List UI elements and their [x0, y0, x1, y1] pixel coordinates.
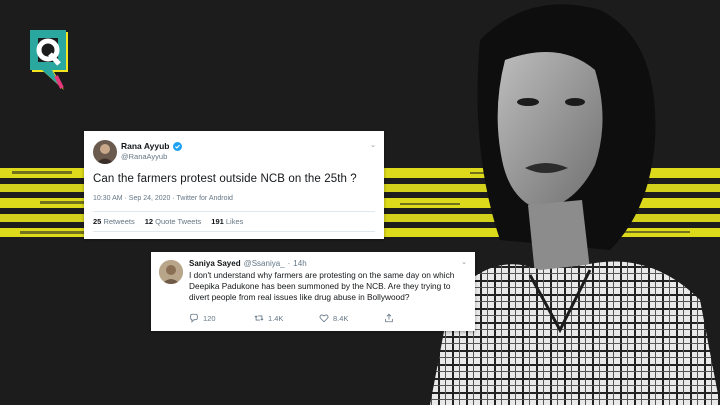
tweet-text: I don't understand why farmers are prote…	[189, 270, 455, 302]
tweet-timestamp[interactable]: 10:30 AM · Sep 24, 2020 · Twitter for An…	[93, 195, 233, 202]
share-icon	[385, 313, 393, 323]
divider	[93, 231, 375, 232]
retweet-icon	[254, 315, 264, 321]
share-button[interactable]	[384, 313, 449, 323]
tweet-author-name[interactable]: Saniya Sayed	[189, 259, 241, 268]
chevron-down-icon[interactable]: ⌄	[370, 141, 376, 149]
quote-tweets-stat[interactable]: 12 Quote Tweets	[145, 217, 202, 226]
avatar[interactable]	[93, 140, 117, 164]
chevron-down-icon[interactable]: ⌄	[461, 258, 467, 266]
heart-icon	[319, 314, 329, 323]
retweet-button[interactable]: 1.4K	[254, 313, 319, 323]
graphic-canvas: Rana Ayyub @RanaAyyub ⌄ Can the farmers …	[0, 0, 720, 405]
likes-stat[interactable]: 191 Likes	[211, 217, 243, 226]
avatar[interactable]	[159, 260, 183, 284]
tweet-card-saniya-sayed: Saniya Sayed @Ssaniya_ · 14h ⌄ I don't u…	[151, 252, 475, 331]
portrait-image	[430, 4, 720, 405]
like-count: 8.4K	[333, 313, 349, 323]
tweet-stats: 25 Retweets 12 Quote Tweets 191 Likes	[93, 217, 243, 226]
verified-badge-icon	[172, 141, 182, 151]
reply-button[interactable]: 120	[189, 313, 254, 323]
tweet-author-name[interactable]: Rana Ayyub	[121, 141, 182, 151]
the-quint-logo	[30, 30, 68, 90]
tweet-text: Can the farmers protest outside NCB on t…	[93, 173, 357, 185]
divider	[93, 211, 375, 212]
tweet-time[interactable]: 14h	[293, 259, 306, 268]
retweet-count: 1.4K	[268, 313, 284, 323]
tweet-author-handle[interactable]: @Ssaniya_	[244, 259, 285, 268]
like-button[interactable]: 8.4K	[319, 313, 384, 323]
author-name-text: Rana Ayyub	[121, 141, 170, 151]
retweets-stat[interactable]: 25 Retweets	[93, 217, 135, 226]
tweet-actions: 120 1.4K 8.4K	[189, 313, 449, 323]
tweet-header: Saniya Sayed @Ssaniya_ · 14h	[189, 259, 307, 268]
reply-count: 120	[203, 313, 216, 323]
tweet-author-handle[interactable]: @RanaAyyub	[121, 152, 167, 161]
separator-dot: ·	[287, 259, 291, 268]
reply-icon	[190, 313, 198, 323]
tweet-card-rana-ayyub: Rana Ayyub @RanaAyyub ⌄ Can the farmers …	[84, 131, 384, 239]
